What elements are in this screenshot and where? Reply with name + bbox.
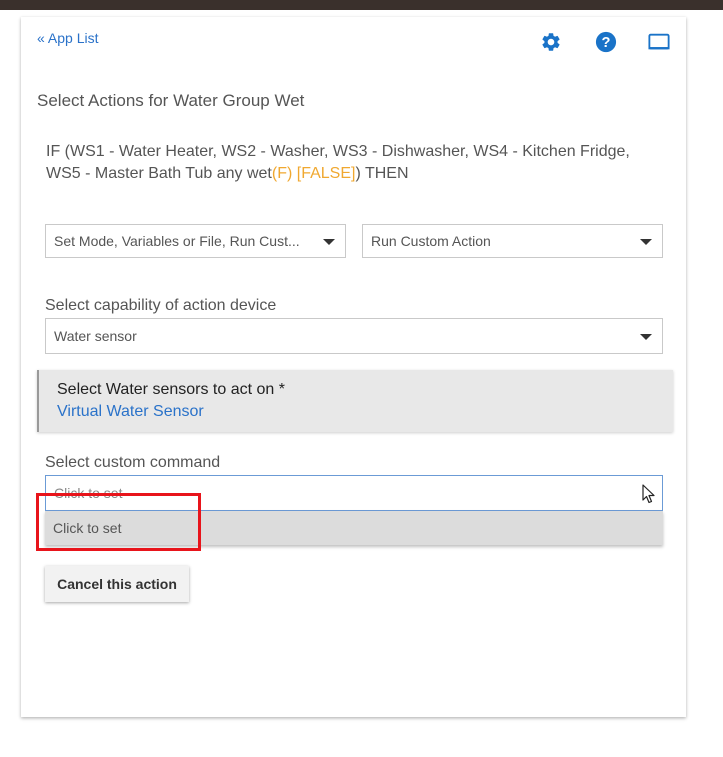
capability-label: Select capability of action device [45,297,277,314]
top-bar [0,0,723,10]
capability-select[interactable]: Water sensor [45,318,663,354]
chevron-down-icon [323,239,335,245]
page-title: Select Actions for Water Group Wet [37,91,305,110]
condition-text-end: ) THEN [355,165,409,182]
gear-icon[interactable] [540,31,562,53]
help-circle-icon[interactable]: ? [595,31,617,53]
capability-value: Water sensor [54,328,137,344]
svg-text:?: ? [602,35,611,51]
condition-flag: (F) [FALSE] [271,165,356,182]
custom-command-label: Select custom command [45,454,221,471]
device-selector-label: Select Water sensors to act on * [57,381,285,398]
action-card: « App List ? Select Actions for Water Gr… [21,17,686,717]
highlight-box [36,493,201,551]
device-selector-value[interactable]: Virtual Water Sensor [57,403,204,421]
app-list-link[interactable]: « App List [37,30,99,46]
action-value: Run Custom Action [371,233,491,249]
mouse-pointer-icon [642,484,655,504]
action-type-select[interactable]: Set Mode, Variables or File, Run Cust... [45,224,346,258]
condition-text: IF (WS1 - Water Heater, WS2 - Washer, WS… [46,141,656,185]
device-selector[interactable]: Select Water sensors to act on * Virtual… [37,370,673,432]
action-select[interactable]: Run Custom Action [362,224,663,258]
chevron-down-icon [640,239,652,245]
chevron-down-icon [640,334,652,340]
action-type-value: Set Mode, Variables or File, Run Cust... [54,233,300,249]
cancel-action-button[interactable]: Cancel this action [45,566,189,602]
monitor-icon[interactable] [648,31,670,53]
